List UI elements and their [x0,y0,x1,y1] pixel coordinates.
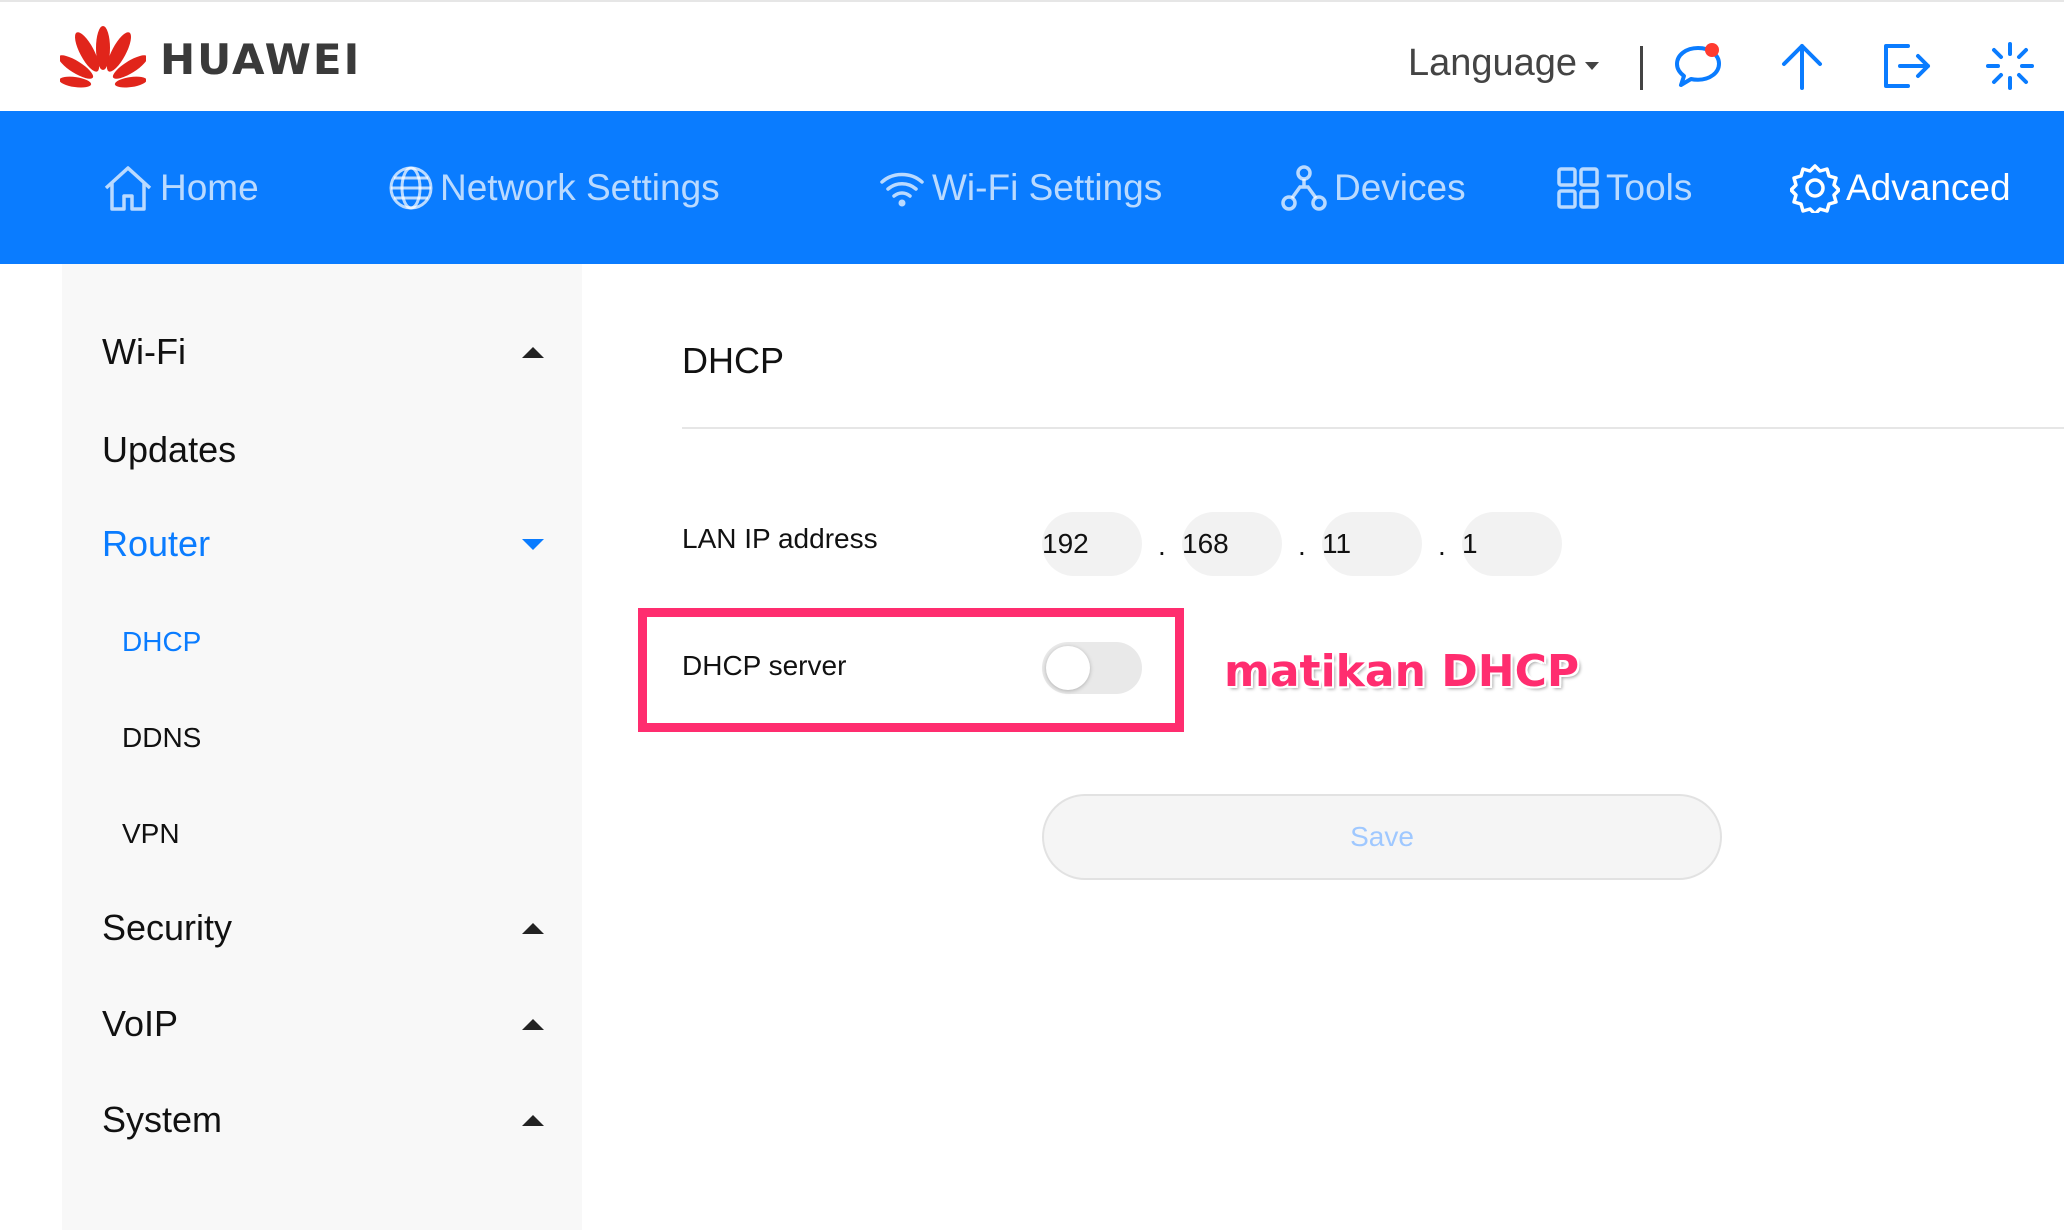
logout-icon[interactable] [1878,38,1934,94]
nav-advanced-label: Advanced [1846,166,2011,208]
globe-icon [389,166,433,209]
lan-ip-octet-3[interactable] [1322,512,1422,576]
nav-tools-label: Tools [1606,166,1693,208]
sidebar-item-label: Router [102,523,211,564]
sidebar-subitem-vpn[interactable]: VPN [122,809,180,859]
caret-up-icon [522,1114,544,1126]
nav-wifi-settings[interactable]: Wi-Fi Settings [878,111,1162,264]
sidebar: Wi-Fi Updates Router DHCP DDNS VPN Secur… [62,264,582,1230]
nav-network-settings-label: Network Settings [440,166,720,208]
nav-wifi-settings-label: Wi-Fi Settings [932,166,1163,208]
annotation-text: matikan DHCP [1224,646,1580,697]
ip-dot-separator: . [1298,530,1306,561]
gear-icon [1790,163,1840,213]
nav-devices[interactable]: Devices [1280,111,1466,264]
caret-up-icon [522,1018,544,1030]
loading-icon [1982,38,2038,94]
sidebar-item-voip[interactable]: VoIP [102,994,552,1054]
lan-ip-octet-4[interactable] [1462,512,1562,576]
messages-icon[interactable] [1670,38,1726,94]
ip-dot-separator: . [1438,530,1446,561]
brand-name: HUAWEI [160,34,362,84]
huawei-logo: HUAWEI [60,26,361,92]
title-divider [682,427,2064,429]
nav-advanced[interactable]: Advanced [1790,111,2011,264]
ip-dot-separator: . [1158,530,1166,561]
sidebar-item-security[interactable]: Security [102,898,552,958]
language-selector[interactable]: Language [1408,42,1600,85]
annotation-highlight-box [638,608,1184,732]
sidebar-subitem-dhcp[interactable]: DHCP [122,617,201,667]
lan-ip-octet-1[interactable] [1042,512,1142,576]
upload-icon[interactable] [1774,38,1830,94]
save-button[interactable]: Save [1042,794,1722,880]
devices-icon [1281,164,1327,211]
lan-ip-label: LAN IP address [682,523,878,554]
sidebar-subitem-label: VPN [122,818,180,849]
sidebar-item-label: Wi-Fi [102,331,186,372]
home-icon [104,165,152,211]
header-divider [1640,46,1643,90]
sidebar-item-updates[interactable]: Updates [102,420,552,480]
sidebar-item-system[interactable]: System [102,1090,552,1150]
lan-ip-octet-2[interactable] [1182,512,1282,576]
sidebar-subitem-label: DHCP [122,626,202,657]
nav-home[interactable]: Home [102,111,259,264]
nav-tools[interactable]: Tools [1556,111,1692,264]
sidebar-item-router[interactable]: Router [102,514,552,574]
sidebar-item-label: Security [102,907,233,948]
nav-devices-label: Devices [1334,166,1466,208]
sidebar-item-wifi[interactable]: Wi-Fi [102,322,552,382]
nav-network-settings[interactable]: Network Settings [388,111,720,264]
sidebar-subitem-ddns[interactable]: DDNS [122,713,201,763]
language-label: Language [1408,42,1578,84]
sidebar-item-label: System [102,1099,223,1140]
sidebar-subitem-label: DDNS [122,722,202,753]
sidebar-item-label: Updates [102,429,237,470]
wifi-icon [880,172,924,206]
top-bar: HUAWEI Language [0,0,2064,111]
nav-home-label: Home [160,166,259,208]
huawei-flower-icon [60,26,146,88]
page-title: DHCP [682,340,785,381]
caret-down-icon [1585,61,1600,70]
caret-down-icon [522,538,544,550]
tools-icon [1557,166,1599,209]
caret-up-icon [522,922,544,934]
main-nav: Home Network Settings Wi-Fi Settings Dev… [0,111,2064,264]
sidebar-item-label: VoIP [102,1003,179,1044]
caret-up-icon [522,346,544,358]
